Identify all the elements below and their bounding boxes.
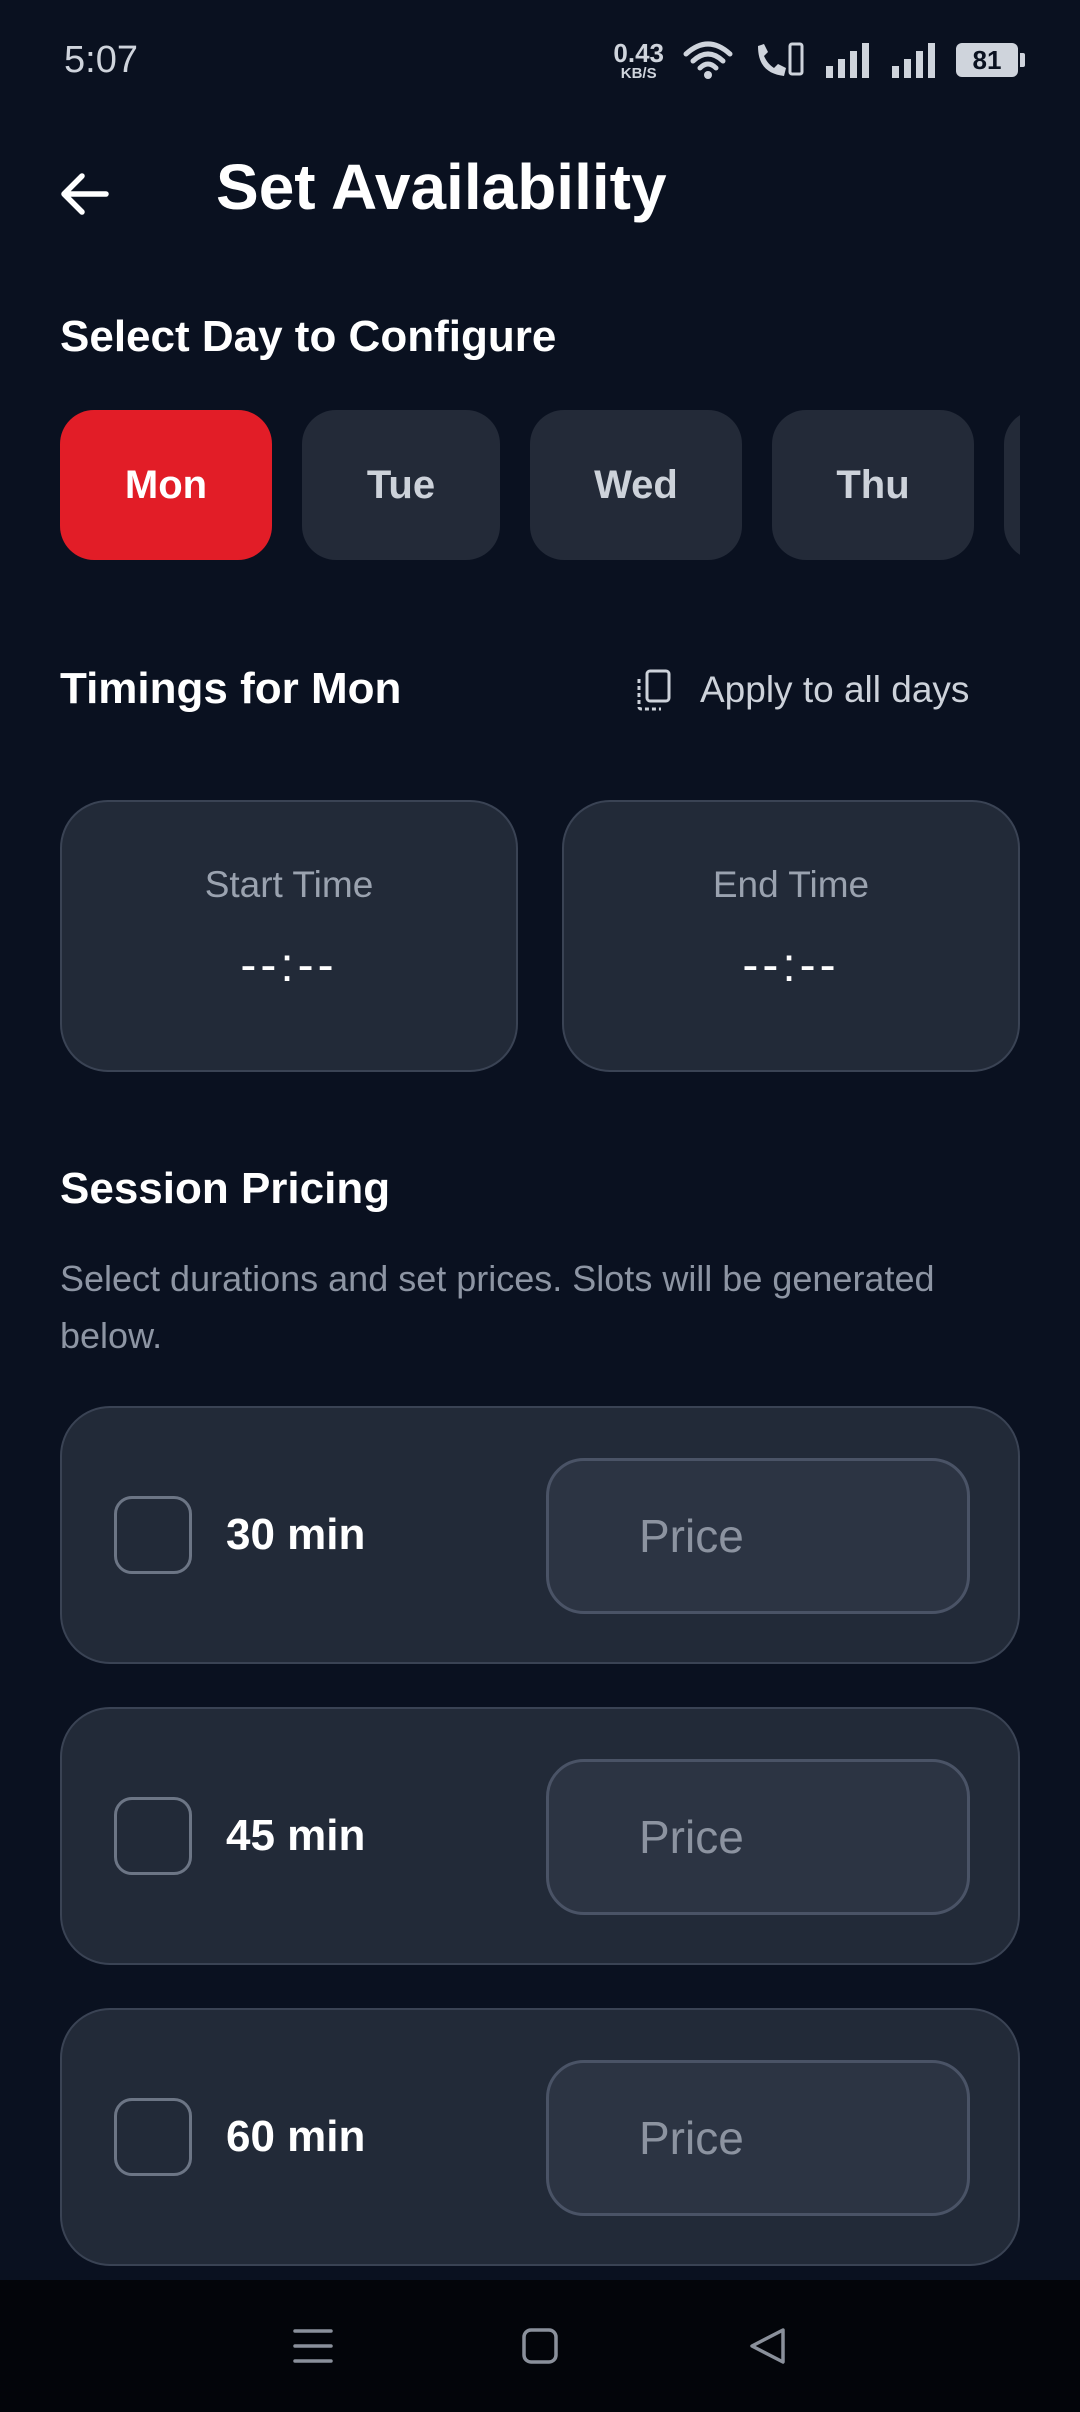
signal-icon [826, 43, 869, 78]
start-time-picker[interactable]: Start Time --:-- [60, 800, 518, 1072]
day-chip-label: Tue [366, 462, 436, 507]
back-triangle-icon [749, 2328, 785, 2364]
end-time-value: --:-- [742, 939, 840, 992]
duration-checkbox[interactable] [114, 1496, 192, 1574]
day-chip-tue[interactable]: Tue [302, 410, 500, 560]
duration-label: 30 min [226, 1510, 366, 1559]
network-speed: 0.43 KB/S [613, 40, 664, 81]
day-chip-mon[interactable]: Mon [60, 410, 272, 560]
day-chip-next[interactable] [1004, 410, 1020, 560]
session-pricing-heading: Session Pricing [60, 1164, 391, 1213]
start-time-label: Start Time [204, 864, 374, 905]
battery-level: 81 [972, 44, 1002, 75]
select-day-heading: Select Day to Configure [60, 312, 557, 361]
status-icons: 0.43 KB/S 81 [613, 40, 1025, 81]
price-input[interactable]: Price [546, 1458, 970, 1614]
home-button[interactable] [500, 2306, 580, 2386]
day-selector: Mon Tue Wed Thu [60, 410, 1020, 560]
duration-checkbox[interactable] [114, 2098, 192, 2176]
session-pricing-description: Select durations and set prices. Slots w… [60, 1258, 935, 1356]
apply-to-all-days-label: Apply to all days [700, 669, 970, 710]
page-title: Set Availability [216, 151, 667, 223]
wifi-icon [683, 41, 733, 79]
timings-heading: Timings for Mon [60, 664, 402, 713]
home-square-icon [522, 2328, 558, 2364]
pricing-option-45: 45 min Price [60, 1707, 1020, 1965]
pricing-option-30: 30 min Price [60, 1406, 1020, 1664]
end-time-label: End Time [712, 864, 870, 905]
back-button[interactable] [52, 162, 116, 226]
day-chip-thu[interactable]: Thu [772, 410, 974, 560]
pricing-option-60: 60 min Price [60, 2008, 1020, 2266]
menu-icon [293, 2329, 334, 2363]
system-nav-bar [0, 2280, 1080, 2412]
volte-call-icon [758, 42, 804, 76]
start-time-value: --:-- [240, 939, 338, 992]
copy-icon [637, 669, 671, 711]
duration-checkbox[interactable] [114, 1797, 192, 1875]
price-input[interactable]: Price [546, 2060, 970, 2216]
signal-icon [892, 43, 935, 78]
day-chip-label: Mon [124, 462, 208, 507]
network-speed-value: 0.43 [613, 37, 664, 68]
arrow-left-icon [61, 173, 109, 215]
price-placeholder: Price [639, 1811, 744, 1863]
status-bar: 5:07 0.43 KB/S 81 [0, 0, 1080, 120]
day-chip-label: Thu [836, 462, 910, 507]
day-chip-wed[interactable]: Wed [530, 410, 742, 560]
duration-label: 60 min [226, 2112, 366, 2161]
duration-label: 45 min [226, 1811, 366, 1860]
apply-to-all-days-button[interactable]: Apply to all days [634, 668, 969, 712]
status-time: 5:07 [64, 38, 138, 81]
app-bar: Set Availability [0, 140, 1080, 240]
day-chip-label: Wed [594, 462, 678, 507]
end-time-picker[interactable]: End Time --:-- [562, 800, 1020, 1072]
back-nav-button[interactable] [727, 2306, 807, 2386]
price-placeholder: Price [639, 2112, 744, 2164]
recents-button[interactable] [273, 2306, 353, 2386]
price-placeholder: Price [639, 1510, 744, 1562]
network-speed-unit: KB/S [620, 64, 657, 82]
price-input[interactable]: Price [546, 1759, 970, 1915]
battery-indicator: 81 [956, 43, 1025, 77]
